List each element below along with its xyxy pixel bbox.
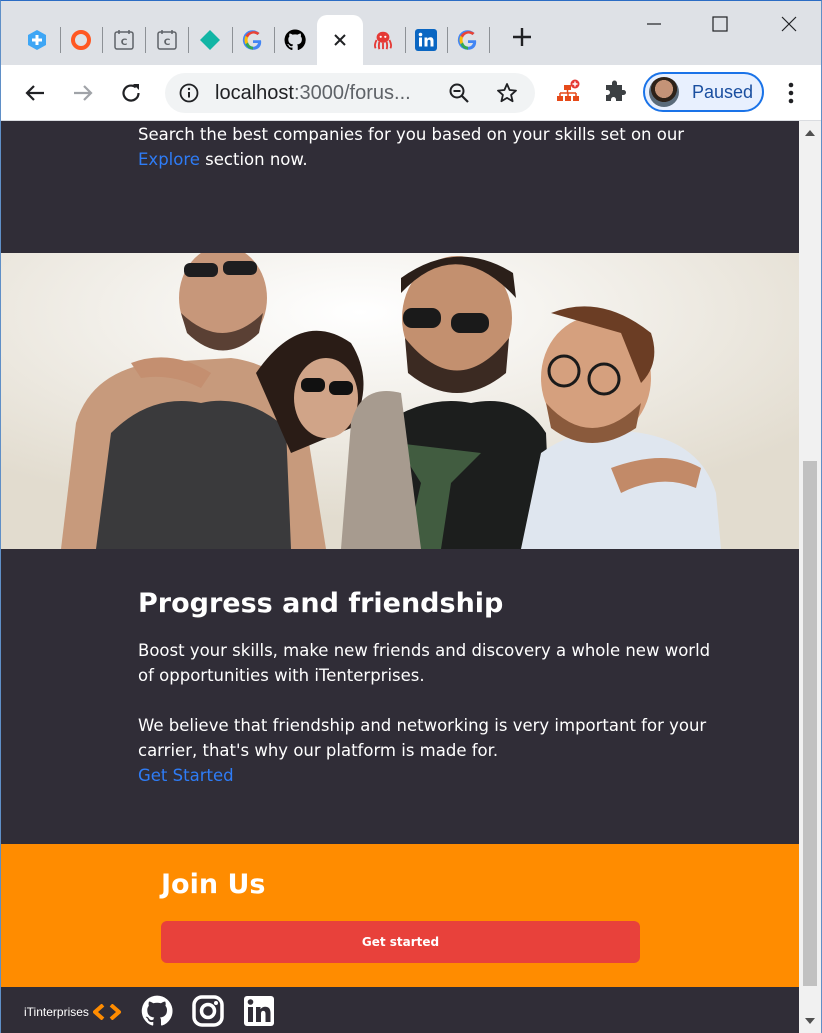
sitemap-icon (557, 79, 580, 101)
get-started-button[interactable]: Get started (161, 921, 640, 963)
new-tab-button[interactable] (507, 25, 537, 55)
avatar (649, 77, 679, 107)
explore-text-line2: Explore section now. (138, 147, 308, 172)
friendship-para2-line2: carrier, that's why our platform is made… (138, 741, 499, 760)
extensions-button[interactable] (602, 79, 628, 105)
tab-strip: C C (1, 1, 821, 65)
browser-toolbar: localhost:3000/forus... Paused (1, 65, 821, 121)
maximize-icon (712, 16, 728, 32)
tab-2[interactable] (61, 15, 101, 65)
google-g-icon (457, 29, 479, 51)
reload-icon (122, 84, 140, 102)
forward-button[interactable] (67, 77, 99, 109)
tab-10[interactable] (406, 15, 446, 65)
friendship-para1-line2: of opportunities with iTenterprises. (138, 666, 425, 685)
friends-hero-image (1, 253, 799, 549)
more-menu-icon[interactable] (781, 79, 801, 107)
plus-shield-icon (26, 29, 48, 51)
calendar-c-icon: C (113, 29, 135, 51)
join-us-section: Join Us Get started (1, 844, 799, 987)
friends-photo (1, 253, 799, 549)
scrollbar-thumb[interactable] (803, 461, 817, 986)
tab-4[interactable]: C (147, 15, 187, 65)
footer: iTinterprises (1, 987, 799, 1033)
explore-text-tail: section now. (199, 150, 308, 169)
get-started-link[interactable]: Get Started (138, 763, 234, 788)
tab-7[interactable] (275, 15, 315, 65)
svg-text:C: C (121, 38, 128, 48)
info-icon[interactable] (179, 83, 199, 103)
zoom-out-icon[interactable] (448, 82, 470, 104)
puzzle-icon (606, 80, 626, 101)
join-us-title: Join Us (161, 869, 266, 900)
code-brackets-icon (93, 1004, 121, 1020)
tab-separator (188, 27, 189, 53)
close-icon (781, 16, 797, 32)
url-text[interactable]: localhost:3000/forus... (215, 82, 411, 105)
scroll-up-icon[interactable] (804, 127, 816, 139)
github-icon[interactable] (141, 995, 173, 1027)
instagram-icon[interactable] (192, 995, 224, 1027)
friendship-para1-line1: Boost your skills, make new friends and … (138, 641, 711, 660)
back-button[interactable] (19, 77, 51, 109)
tab-separator (102, 27, 103, 53)
plus-icon (513, 28, 531, 46)
address-bar[interactable]: localhost:3000/forus... (165, 73, 535, 113)
github-icon (284, 29, 306, 51)
linkedin-icon (415, 29, 437, 51)
window-close-button[interactable] (769, 9, 809, 39)
profile-button[interactable]: Paused (643, 72, 764, 112)
tab-6[interactable] (233, 15, 273, 65)
friendship-heading: Progress and friendship (138, 588, 504, 619)
page-viewport: Search the best companies for you based … (1, 121, 799, 1033)
extension-sitemap-button[interactable] (555, 79, 581, 105)
close-icon[interactable] (329, 29, 351, 51)
tab-1[interactable] (17, 15, 57, 65)
arrow-left-icon (25, 85, 44, 101)
google-g-icon (242, 29, 264, 51)
svg-text:C: C (164, 38, 171, 48)
star-icon[interactable] (496, 82, 518, 104)
page-scrollbar[interactable] (799, 121, 821, 1033)
teal-diamond-icon (199, 29, 221, 51)
tab-3[interactable]: C (104, 15, 144, 65)
tab-current[interactable] (317, 15, 363, 65)
tab-5[interactable] (190, 15, 230, 65)
tab-separator (489, 27, 490, 53)
orange-ring-icon (70, 29, 92, 51)
tab-11[interactable] (448, 15, 488, 65)
minimize-icon (647, 23, 661, 25)
linkedin-icon[interactable] (243, 995, 275, 1027)
explore-link[interactable]: Explore (138, 150, 200, 169)
explore-text-line1: Search the best companies for you based … (138, 125, 685, 144)
tab-separator (145, 27, 146, 53)
arrow-right-icon (74, 85, 93, 101)
url-path: :3000/forus... (293, 82, 411, 104)
reload-button[interactable] (115, 77, 147, 109)
url-host: localhost (215, 82, 294, 104)
tab-9[interactable] (363, 15, 403, 65)
minimize-button[interactable] (634, 9, 674, 39)
calendar-c-icon: C (156, 29, 178, 51)
octopus-icon (372, 29, 394, 51)
maximize-button[interactable] (700, 9, 740, 39)
scroll-down-icon[interactable] (804, 1015, 816, 1027)
footer-brand[interactable]: iTinterprises (24, 1005, 89, 1019)
profile-status: Paused (692, 82, 754, 102)
friendship-para2-line1: We believe that friendship and networkin… (138, 716, 707, 735)
browser-window: C C localhost:3000/forus... Paused Searc… (0, 0, 822, 1033)
